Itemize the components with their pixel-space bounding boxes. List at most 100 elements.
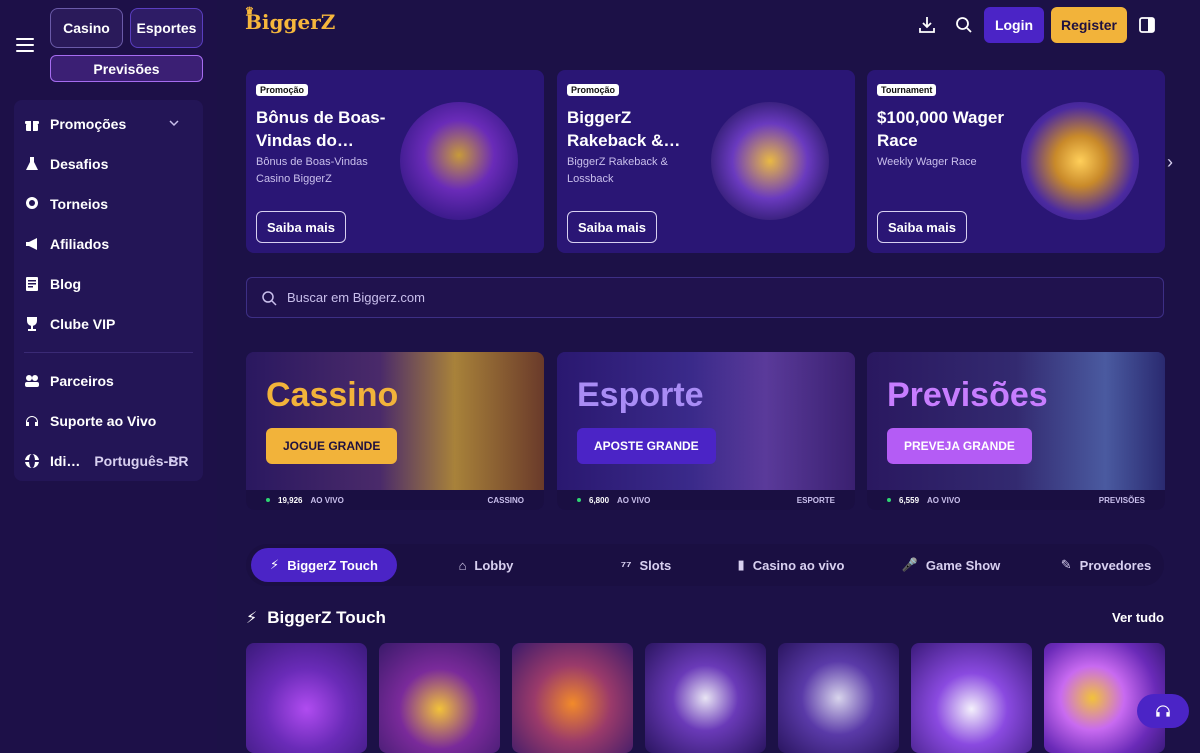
live-dot-icon	[887, 498, 891, 502]
cards-icon: ▮	[737, 557, 745, 572]
chevron-right-icon[interactable]: ›	[1167, 152, 1173, 173]
category-image	[246, 352, 544, 490]
promo-title: Bônus de Boas-Vindas do…	[256, 108, 386, 150]
category-button[interactable]: APOSTE GRANDE	[577, 428, 716, 464]
header: ♛ BiggerZ Login Register	[217, 0, 1200, 50]
promo-subtitle: Weekly Wager Race	[877, 156, 977, 168]
sidebar-item-torneios[interactable]: Torneios	[14, 184, 203, 224]
promo-title: BiggerZ Rakeback &…	[567, 108, 681, 150]
trophy-icon	[26, 197, 38, 209]
register-button[interactable]: Register	[1051, 7, 1127, 43]
lightning-icon: ⚡	[246, 610, 258, 627]
tab-casino-ao-vivo[interactable]: ▮ Casino ao vivo	[716, 548, 866, 582]
tab-biggerz-touch[interactable]: ⚡ BiggerZ Touch	[251, 548, 397, 582]
category-button[interactable]: PREVEJA GRANDE	[887, 428, 1032, 464]
sidebar-item-afiliados[interactable]: Afiliados	[14, 224, 203, 264]
sidebar-item-suporte[interactable]: Suporte ao Vivo	[14, 401, 203, 441]
promo-badge: Tournament	[877, 84, 937, 96]
logo[interactable]: ♛ BiggerZ	[245, 6, 336, 34]
login-button[interactable]: Login	[984, 7, 1044, 43]
game-thumbnail[interactable]	[512, 643, 633, 753]
category-card-cassino[interactable]: Cassino JOGUE GRANDE 19,926 AO VIVO CASSIN…	[246, 352, 544, 510]
tab-label: Provedores	[1079, 557, 1152, 573]
tab-casino[interactable]: Casino	[50, 8, 123, 48]
category-card-previsoes[interactable]: Previsões PREVEJA GRANDE 6,559 AO VIVO PRE…	[867, 352, 1165, 510]
search-input[interactable]	[287, 290, 1087, 305]
promo-button[interactable]: Saiba mais	[567, 211, 657, 243]
panel-toggle-icon[interactable]	[1137, 15, 1157, 35]
game-thumbnail[interactable]	[778, 643, 899, 753]
promo-title: $100,000 Wager Race	[877, 108, 1004, 150]
tab-label: Lobby	[474, 557, 514, 573]
promo-card[interactable]: Tournament $100,000 Wager Race Weekly Wa…	[867, 70, 1165, 253]
sidebar-item-label: Clube VIP	[50, 316, 116, 332]
category-image	[557, 352, 855, 490]
promo-image	[1021, 102, 1139, 220]
tab-label: Slots	[639, 557, 672, 573]
section-title: BiggerZ Touch	[267, 608, 386, 627]
see-all-link[interactable]: Ver tudo	[1112, 610, 1164, 625]
blog-icon	[26, 277, 38, 291]
sidebar-item-label: Promoções	[50, 116, 127, 132]
tab-lobby[interactable]: ⌂ Lobby	[411, 548, 561, 582]
crown-icon: ♛	[245, 6, 254, 17]
category-title: Previsões	[887, 376, 1048, 414]
search-icon[interactable]	[954, 15, 974, 35]
category-button[interactable]: JOGUE GRANDE	[266, 428, 398, 464]
category-name: ESPORTE	[796, 495, 835, 505]
logo-text: BiggerZ	[245, 10, 336, 34]
promo-card[interactable]: Promoção Bônus de Boas-Vindas do… Bônus …	[246, 70, 544, 253]
category-footer: 6,800 AO VIVO ESPORTE	[557, 490, 855, 510]
sidebar-item-label: Afiliados	[50, 236, 110, 252]
flask-icon	[26, 157, 38, 170]
category-footer: 6,559 AO VIVO PREVISÕES	[867, 490, 1165, 510]
live-dot-icon	[577, 498, 581, 502]
game-thumbnail[interactable]	[911, 643, 1032, 753]
promo-image	[400, 102, 518, 220]
category-name: PREVISÕES	[1098, 495, 1145, 505]
game-thumbnail[interactable]	[246, 643, 367, 753]
game-thumbnail[interactable]	[379, 643, 500, 753]
promo-subtitle: Bônus de Boas-Vindas Casino BiggerZ	[256, 156, 368, 185]
sidebar-item-clube-vip[interactable]: Clube VIP	[14, 304, 203, 344]
game-tabs: ⚡ BiggerZ Touch ⌂ Lobby ⁷⁷ Slots ▮ Casino ao…	[246, 544, 1164, 586]
hamburger-menu-icon[interactable]	[16, 38, 34, 52]
tab-esportes[interactable]: Esportes	[130, 8, 203, 48]
sidebar-item-promocoes[interactable]: Promoções	[14, 104, 203, 144]
megaphone-icon	[26, 238, 37, 250]
category-card-esporte[interactable]: Esporte APOSTE GRANDE 6,800 AO VIVO ESPORT…	[557, 352, 855, 510]
search-bar[interactable]	[246, 277, 1164, 318]
category-title: Esporte	[577, 376, 704, 414]
main-content: ♛ BiggerZ Login Register Promoção Bônus d…	[217, 0, 1200, 753]
game-thumbnail[interactable]	[645, 643, 766, 753]
slots-icon: ⁷⁷	[620, 557, 632, 573]
language-label: Idi…	[50, 453, 81, 469]
sidebar-item-desafios[interactable]: Desafios	[14, 144, 203, 184]
promo-button[interactable]: Saiba mais	[877, 211, 967, 243]
sidebar-item-blog[interactable]: Blog	[14, 264, 203, 304]
sidebar-item-parceiros[interactable]: Parceiros	[14, 361, 203, 401]
tab-game-show[interactable]: 🎤 Game Show	[876, 548, 1026, 582]
home-icon: ⌂	[458, 557, 467, 573]
promo-image	[711, 102, 829, 220]
promo-card[interactable]: Promoção BiggerZ Rakeback &… BiggerZ Rak…	[557, 70, 855, 253]
live-count: 6,559	[899, 495, 920, 505]
tab-previsoes[interactable]: Previsões	[50, 55, 203, 82]
tab-slots[interactable]: ⁷⁷ Slots	[571, 548, 721, 582]
live-count: 6,800	[589, 495, 610, 505]
support-chat-button[interactable]	[1137, 694, 1189, 728]
sidebar-item-idioma[interactable]: Idi… Português-BR	[14, 441, 203, 481]
sidebar-top: Casino Esportes Previsões	[0, 0, 217, 92]
sidebar-item-label: Suporte ao Vivo	[50, 413, 157, 429]
promo-button[interactable]: Saiba mais	[256, 211, 346, 243]
live-dot-icon	[266, 498, 270, 502]
gift-icon	[25, 121, 39, 131]
tab-provedores[interactable]: ✎ Provedores	[1031, 548, 1181, 582]
chevron-down-icon	[169, 120, 179, 127]
partners-icon	[25, 375, 39, 387]
download-icon[interactable]	[917, 15, 937, 35]
search-icon	[262, 290, 277, 306]
section-header: ⚡ BiggerZ Touch	[246, 608, 386, 628]
lightning-icon: ⚡	[270, 557, 280, 572]
tab-label: BiggerZ Touch	[287, 557, 378, 573]
